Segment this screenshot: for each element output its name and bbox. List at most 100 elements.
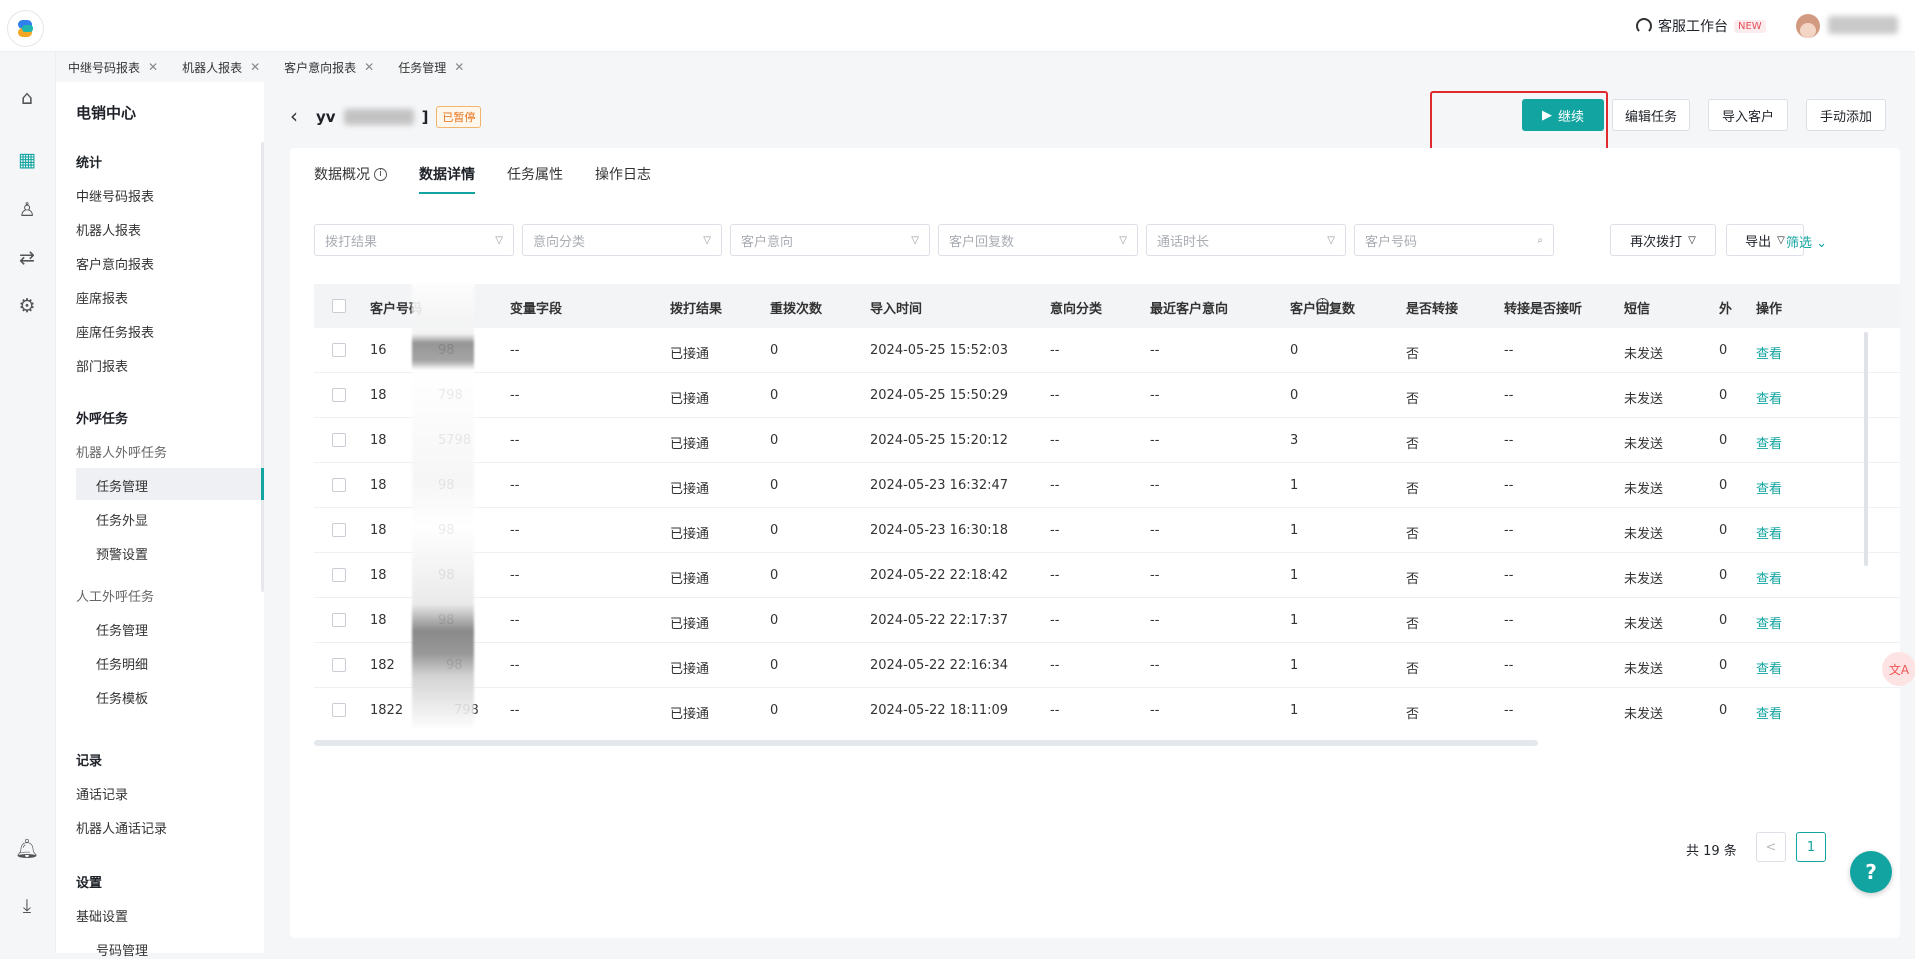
table-cell: 18 (370, 478, 387, 493)
view-link[interactable]: 查看 (1756, 388, 1782, 407)
sidebar-scrollbar[interactable] (261, 142, 264, 592)
open-tab-4[interactable]: 任务管理 ✕ (386, 52, 476, 82)
row-checkbox[interactable] (332, 478, 346, 492)
screen-button[interactable]: 筛选 ⌄ (1786, 232, 1827, 251)
call-duration-select[interactable]: 通话时长 ▽ (1146, 224, 1346, 256)
open-tabs-bar: 中继号码报表 ✕ 机器人报表 ✕ 客户意向报表 ✕ 任务管理 ✕ (56, 52, 1915, 82)
close-icon[interactable]: ✕ (454, 60, 464, 74)
continue-button[interactable]: ▶ 继续 (1522, 99, 1604, 131)
settings-icon[interactable]: ⚙ (15, 294, 39, 318)
row-checkbox[interactable] (332, 703, 346, 717)
view-link[interactable]: 查看 (1756, 343, 1782, 362)
table-cell: -- (1504, 478, 1514, 493)
view-link[interactable]: 查看 (1756, 703, 1782, 722)
sidebar-item[interactable]: 任务明细 (96, 654, 148, 673)
table-cell: 18 (370, 613, 387, 628)
robot-group[interactable]: 机器人外呼任务 (76, 442, 167, 461)
sidebar-item[interactable]: 基础设置 (76, 906, 128, 925)
row-checkbox[interactable] (332, 568, 346, 582)
view-link[interactable]: 查看 (1756, 478, 1782, 497)
dashboard-icon[interactable]: ▦ (15, 148, 39, 172)
back-icon[interactable]: ‹ (290, 104, 298, 128)
sidebar-item[interactable]: 座席任务报表 (76, 322, 154, 341)
table-cell: 18 (370, 568, 387, 583)
row-checkbox[interactable] (332, 658, 346, 672)
customer-number-input[interactable]: 客户号码 ⌕ (1354, 224, 1554, 256)
dial-result-select[interactable]: 拨打结果 ▽ (314, 224, 514, 256)
customer-icon[interactable]: ♙ (15, 198, 39, 222)
view-link[interactable]: 查看 (1756, 613, 1782, 632)
user-name-redacted[interactable] (1828, 16, 1898, 34)
customer-intent-select[interactable]: 客户意向 ▽ (730, 224, 930, 256)
pagination-total: 共 19 条 (1686, 844, 1737, 859)
page-button[interactable]: 1 (1796, 832, 1826, 862)
table-cell: -- (510, 388, 520, 403)
row-checkbox[interactable] (332, 613, 346, 627)
manual-group[interactable]: 人工外呼任务 (76, 586, 154, 605)
table-cell: 未发送 (1624, 392, 1664, 407)
table-cell: 否 (1406, 617, 1420, 632)
sidebar-item[interactable]: 座席报表 (76, 288, 128, 307)
table-cell: 0 (770, 523, 779, 538)
select-all-checkbox[interactable] (332, 299, 346, 313)
view-link[interactable]: 查看 (1756, 568, 1782, 587)
open-tab-3[interactable]: 客户意向报表 ✕ (272, 52, 386, 82)
table-cell: 1 (1290, 658, 1299, 673)
tab-overview[interactable]: 数据概况 i (314, 148, 387, 200)
sidebar-item[interactable]: 机器人报表 (76, 220, 141, 239)
avatar[interactable] (1796, 14, 1820, 38)
close-icon[interactable]: ✕ (250, 60, 260, 74)
tab-properties[interactable]: 任务属性 (507, 148, 563, 200)
table-cell: 未发送 (1624, 572, 1664, 587)
row-checkbox[interactable] (332, 433, 346, 447)
row-checkbox[interactable] (332, 388, 346, 402)
sidebar-item[interactable]: 任务外显 (96, 510, 148, 529)
chevron-down-icon: ▽ (1119, 234, 1127, 246)
manual-add-button[interactable]: 手动添加 (1806, 99, 1886, 131)
sidebar-item[interactable]: 任务模板 (96, 688, 148, 707)
table-cell: -- (510, 523, 520, 538)
open-tab-2[interactable]: 机器人报表 ✕ (170, 52, 272, 82)
sidebar-item[interactable]: 中继号码报表 (76, 186, 154, 205)
prev-page-button[interactable]: < (1756, 832, 1786, 862)
close-icon[interactable]: ✕ (364, 60, 374, 74)
tab-log[interactable]: 操作日志 (595, 148, 651, 200)
table-vertical-scrollbar[interactable] (1864, 332, 1868, 566)
sidebar-item[interactable]: 号码管理 (96, 940, 148, 959)
row-checkbox[interactable] (332, 343, 346, 357)
app-logo[interactable] (8, 11, 43, 46)
table-cell: 2024-05-22 22:17:37 (870, 613, 1009, 628)
translate-icon[interactable]: 文A (1882, 652, 1915, 686)
tab-details[interactable]: 数据详情 (419, 148, 475, 200)
view-link[interactable]: 查看 (1756, 523, 1782, 542)
intent-category-select[interactable]: 意向分类 ▽ (522, 224, 722, 256)
sidebar-item[interactable]: 任务管理 (96, 620, 148, 639)
redial-button[interactable]: 再次拨打 ▽ (1610, 224, 1716, 256)
table-cell: 0 (770, 388, 779, 403)
sidebar-item[interactable]: 客户意向报表 (76, 254, 154, 273)
reply-count-select[interactable]: 客户回复数 ▽ (938, 224, 1138, 256)
sidebar-item-task-management[interactable]: 任务管理 (96, 476, 148, 495)
view-link[interactable]: 查看 (1756, 658, 1782, 677)
transfer-icon[interactable]: ⇄ (15, 246, 39, 270)
sidebar-item[interactable]: 预警设置 (96, 544, 148, 563)
import-customer-button[interactable]: 导入客户 (1708, 99, 1788, 131)
bell-icon[interactable]: 🔔︎ (15, 836, 39, 860)
close-icon[interactable]: ✕ (148, 60, 158, 74)
play-icon: ▶ (1541, 107, 1552, 123)
sidebar-item[interactable]: 通话记录 (76, 784, 128, 803)
sidebar-item[interactable]: 机器人通话记录 (76, 818, 167, 837)
table-row: 1822798--已接通02024-05-22 18:11:09----1否--… (314, 688, 1900, 731)
table-horizontal-scrollbar[interactable] (314, 740, 1538, 746)
sidebar-item[interactable]: 部门报表 (76, 356, 128, 375)
table-row: 18798--已接通02024-05-25 15:50:29----0否--未发… (314, 373, 1900, 418)
workspace-link[interactable]: 客服工作台 NEW (1636, 16, 1766, 36)
download-icon[interactable]: ⤓ (15, 894, 39, 918)
open-tab-1[interactable]: 中继号码报表 ✕ (56, 52, 170, 82)
home-icon[interactable]: ⌂ (15, 86, 39, 110)
row-checkbox[interactable] (332, 523, 346, 537)
help-icon[interactable]: ? (1850, 851, 1892, 893)
edit-task-button[interactable]: 编辑任务 (1612, 99, 1690, 131)
view-link[interactable]: 查看 (1756, 433, 1782, 452)
table-cell: 已接通 (670, 662, 710, 677)
